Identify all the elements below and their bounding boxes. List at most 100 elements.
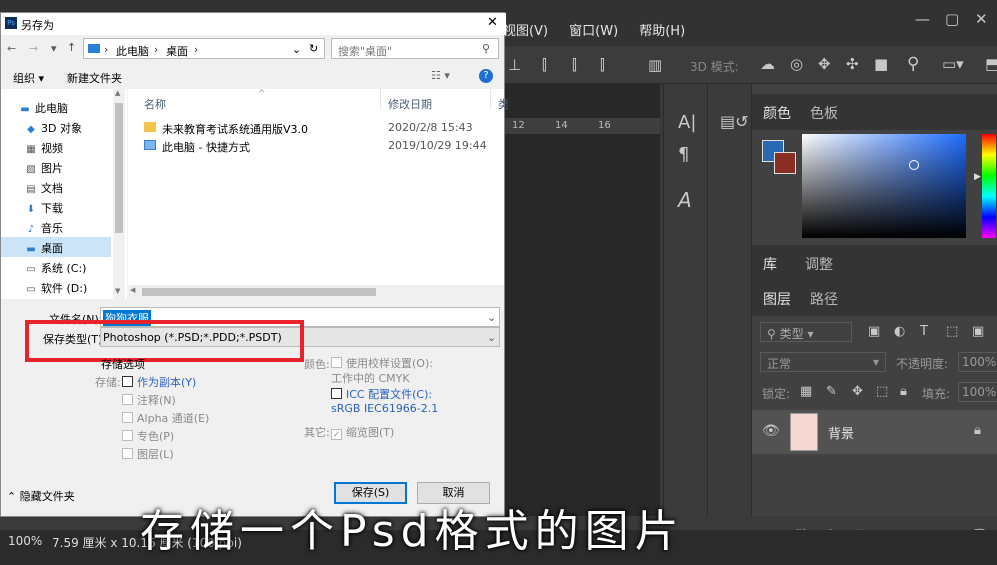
filter-shape-icon[interactable]: ⬚ <box>946 324 958 339</box>
paragraph-icon[interactable]: ¶ <box>678 144 689 165</box>
proof-checkbox[interactable]: 使用校样设置(O): 工作中的 CMYK <box>331 356 441 386</box>
visibility-eye-icon[interactable]: 👁︎ <box>762 423 780 439</box>
hue-slider-arrow-icon[interactable]: ▶ <box>974 172 981 182</box>
breadcrumb-item[interactable]: 此电脑 <box>116 43 149 59</box>
address-bar[interactable]: › 此电脑 › 桌面 › ⌄ ↻ <box>83 38 325 59</box>
back-icon[interactable]: ← <box>7 42 16 55</box>
3d-scale-icon[interactable]: ■ <box>874 55 888 73</box>
3d-slide-icon[interactable]: ✣ <box>846 55 859 73</box>
filter-type-icon[interactable]: T <box>920 324 928 339</box>
lock-artboard-icon[interactable]: ⬚ <box>876 384 888 399</box>
lock-paint-icon[interactable]: ✎ <box>826 384 837 399</box>
opacity-input[interactable]: 100% <box>958 352 997 372</box>
tab-color[interactable]: 颜色 <box>763 103 791 123</box>
tab-layers[interactable]: 图层 <box>763 289 791 309</box>
breadcrumb-item[interactable]: 桌面 <box>166 43 188 59</box>
layer-name[interactable]: 背景 <box>828 423 854 442</box>
column-header-name[interactable]: 名称 <box>144 96 166 112</box>
tab-paths[interactable]: 路径 <box>810 289 838 309</box>
3d-rotate-icon[interactable]: ☁ <box>760 55 775 73</box>
column-divider[interactable] <box>380 89 381 109</box>
checkbox[interactable] <box>122 430 133 441</box>
tab-adjustments[interactable]: 调整 <box>805 254 833 274</box>
share-icon[interactable]: ⬒ <box>985 55 997 73</box>
column-header-date[interactable]: 修改日期 <box>388 96 432 112</box>
lock-pixels-icon[interactable]: ▦ <box>800 384 812 399</box>
hue-slider[interactable] <box>982 134 996 238</box>
list-item[interactable]: 此电脑 - 快捷方式 2019/10/29 19:44 <box>128 137 504 155</box>
3d-roll-icon[interactable]: ◎ <box>790 55 803 73</box>
background-color-swatch[interactable] <box>774 152 796 174</box>
horizontal-scrollbar[interactable]: ◀ <box>128 285 504 299</box>
savetype-dropdown-icon[interactable]: ⌄ <box>487 331 496 344</box>
checkbox[interactable] <box>331 357 342 368</box>
hide-folders-toggle[interactable]: ⌃ 隐藏文件夹 <box>7 488 75 504</box>
filter-image-icon[interactable]: ▣ <box>868 324 880 339</box>
menu-view[interactable]: 视图(V) <box>503 24 548 39</box>
distribute-h-icon[interactable]: ⫿ <box>600 56 605 74</box>
view-options-icon[interactable]: ☷ ▾ <box>431 69 450 82</box>
workspace-icon[interactable]: ▭▾ <box>942 55 964 73</box>
maximize-icon[interactable]: ▢ <box>945 10 959 28</box>
search-box[interactable]: 搜索"桌面" ⚲ <box>331 38 499 59</box>
scroll-up-icon[interactable]: ▲ <box>115 89 120 97</box>
nav-item-pictures[interactable]: ▨ 图片 <box>25 160 63 176</box>
column-divider[interactable] <box>490 89 491 109</box>
layers-checkbox[interactable]: 图层(L) <box>122 446 174 462</box>
blend-mode-select[interactable]: 正常 ▾ <box>760 352 886 372</box>
tab-libraries[interactable]: 库 <box>763 254 777 274</box>
nav-item-documents[interactable]: ▤ 文档 <box>25 180 63 196</box>
recent-dropdown-icon[interactable]: ▾ <box>51 42 57 55</box>
list-item[interactable]: 未来教育考试系统通用版V3.0 2020/2/8 15:43 <box>128 119 504 137</box>
as-copy-checkbox[interactable]: 作为副本(Y) <box>122 374 196 390</box>
search-icon[interactable]: ⚲ <box>907 54 919 74</box>
filename-dropdown-icon[interactable]: ⌄ <box>487 311 496 324</box>
nav-item-music[interactable]: ♪ 音乐 <box>25 220 63 236</box>
canvas-area[interactable] <box>505 84 660 516</box>
auto-align-icon[interactable]: ▥ <box>648 56 662 74</box>
scroll-thumb[interactable] <box>142 288 376 296</box>
glyphs-icon[interactable]: A <box>678 188 692 212</box>
character-icon[interactable]: A| <box>678 112 696 133</box>
alpha-checkbox[interactable]: Alpha 通道(E) <box>122 410 209 426</box>
column-header-type[interactable]: 类 <box>498 96 509 112</box>
scroll-left-icon[interactable]: ◀ <box>130 286 135 294</box>
menu-help[interactable]: 帮助(H) <box>639 24 685 39</box>
new-folder-button[interactable]: 新建文件夹 <box>67 70 122 86</box>
nav-item-drive-c[interactable]: ▭ 系统 (C:) <box>25 260 86 276</box>
checkbox[interactable] <box>122 448 133 459</box>
search-icon[interactable]: ⚲ <box>482 42 490 55</box>
minimize-icon[interactable]: — <box>915 10 930 28</box>
history-icon[interactable]: ▤↺ <box>720 112 749 131</box>
dialog-close-icon[interactable]: ✕ <box>487 15 498 30</box>
nav-scrollbar[interactable]: ▲ ▼ <box>113 89 125 299</box>
checkbox[interactable]: ✓ <box>331 429 342 440</box>
checkbox[interactable] <box>122 412 133 423</box>
address-dropdown-icon[interactable]: ⌄ <box>292 43 301 56</box>
nav-item-video[interactable]: ▦ 视频 <box>25 140 63 156</box>
close-icon[interactable]: ✕ <box>975 10 988 28</box>
filter-adjust-icon[interactable]: ◐ <box>894 324 905 339</box>
tab-swatches[interactable]: 色板 <box>810 103 838 123</box>
color-picker-cursor[interactable] <box>909 160 919 170</box>
thumbnail-checkbox[interactable]: ✓ 缩览图(T) <box>331 424 394 440</box>
fill-input[interactable]: 100% <box>958 382 997 402</box>
distribute-icon[interactable]: ⫿ <box>542 56 547 74</box>
refresh-icon[interactable]: ↻ <box>309 42 318 55</box>
3d-pan-icon[interactable]: ✥ <box>818 55 831 73</box>
checkbox[interactable] <box>122 394 133 405</box>
align-top-icon[interactable]: ⊥ <box>508 56 521 74</box>
menu-window[interactable]: 窗口(W) <box>569 24 618 39</box>
nav-item-downloads[interactable]: ⬇ 下载 <box>25 200 63 216</box>
filter-smart-icon[interactable]: ▣ <box>972 324 984 339</box>
notes-checkbox[interactable]: 注释(N) <box>122 392 176 408</box>
lock-move-icon[interactable]: ✥ <box>852 384 863 399</box>
checkbox[interactable] <box>331 388 342 399</box>
up-icon[interactable]: ↑ <box>67 41 76 54</box>
nav-item-this-pc[interactable]: ▬ 此电脑 <box>19 100 68 116</box>
organize-button[interactable]: 组织 ▾ <box>13 70 44 86</box>
forward-icon[interactable]: → <box>29 42 38 55</box>
lock-all-icon[interactable]: 🔒︎ <box>900 384 907 399</box>
scroll-thumb[interactable] <box>115 103 123 233</box>
nav-item-drive-d[interactable]: ▭ 软件 (D:) <box>25 280 87 296</box>
